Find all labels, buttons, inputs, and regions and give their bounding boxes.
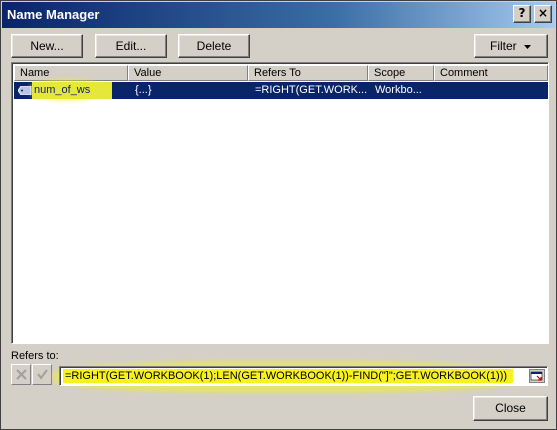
name-manager-dialog: Name Manager ? × New... Edit... Delete F… <box>0 0 557 430</box>
column-header-refers-to[interactable]: Refers To <box>248 65 368 81</box>
chevron-down-icon <box>524 44 531 49</box>
help-icon: ? <box>518 6 526 20</box>
filter-button[interactable]: Filter <box>474 34 548 58</box>
help-button[interactable]: ? <box>513 5 531 23</box>
row-name: num_of_ws <box>32 82 112 99</box>
close-window-button[interactable]: × <box>534 5 552 23</box>
refers-to-value: =RIGHT(GET.WORKBOOK(1);LEN(GET.WORKBOOK(… <box>63 369 513 383</box>
list-header: Name Value Refers To Scope Comment <box>14 65 548 81</box>
cancel-x-icon <box>16 369 27 380</box>
list-row-selected[interactable]: num_of_ws {...} =RIGHT(GET.WORK... Workb… <box>14 79 548 101</box>
row-value: {...} <box>135 84 152 96</box>
window-title: Name Manager <box>7 7 100 22</box>
title-bar[interactable]: Name Manager ? × <box>2 2 555 28</box>
close-button[interactable]: Close <box>473 396 548 421</box>
edit-button[interactable]: Edit... <box>95 34 167 58</box>
column-header-comment[interactable]: Comment <box>434 65 548 81</box>
collapse-dialog-icon[interactable] <box>529 369 545 383</box>
name-tag-icon <box>18 86 32 95</box>
close-icon: × <box>537 6 549 20</box>
column-header-scope[interactable]: Scope <box>368 65 434 81</box>
row-scope: Workbo... <box>375 84 422 96</box>
cancel-edit-button[interactable] <box>11 364 31 385</box>
refers-to-field[interactable]: =RIGHT(GET.WORKBOOK(1);LEN(GET.WORKBOOK(… <box>59 366 548 386</box>
names-list[interactable]: Name Value Refers To Scope Comment num_o… <box>11 62 549 344</box>
refers-to-label: Refers to: <box>11 350 59 362</box>
column-header-value[interactable]: Value <box>128 65 248 81</box>
enter-check-icon <box>37 369 48 380</box>
filter-label: Filter <box>489 39 517 53</box>
delete-button[interactable]: Delete <box>178 34 250 58</box>
row-refers-to: =RIGHT(GET.WORK... <box>255 84 368 96</box>
new-button[interactable]: New... <box>11 34 83 58</box>
enter-edit-button[interactable] <box>32 364 52 385</box>
